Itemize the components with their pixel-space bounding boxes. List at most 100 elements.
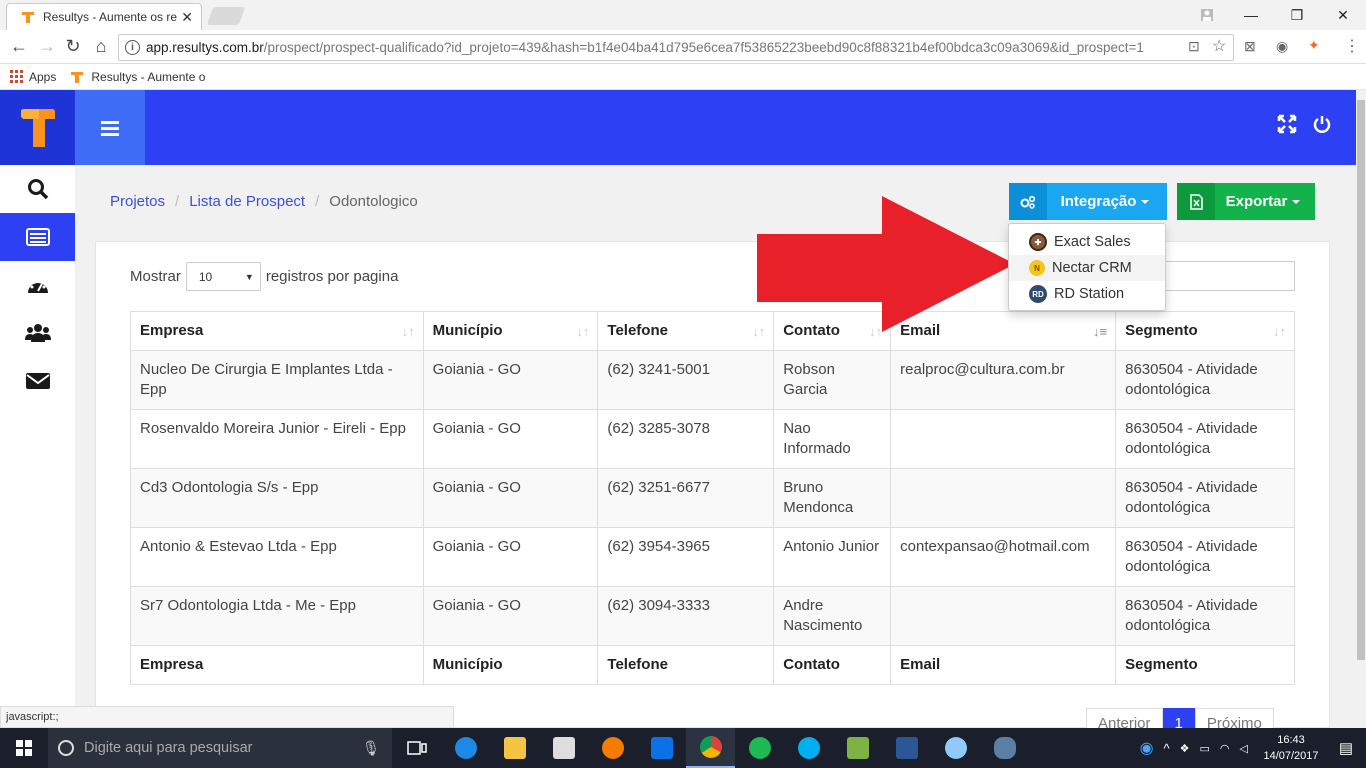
integration-dropdown: ✚ Exact Sales N Nectar CRM RD RD Station bbox=[1008, 223, 1166, 311]
back-icon[interactable]: ← bbox=[8, 36, 30, 57]
new-tab-button[interactable] bbox=[206, 7, 246, 25]
breadcrumb-separator: / bbox=[175, 193, 180, 210]
address-bar[interactable]: i app.resultys.com.br/prospect/prospect-… bbox=[118, 34, 1234, 61]
store-icon[interactable] bbox=[539, 728, 588, 768]
tab-close-icon[interactable]: ✕ bbox=[181, 9, 193, 26]
cell-municipio: Goiania - GO bbox=[422, 350, 599, 410]
table-row[interactable]: Rosenvaldo Moreira Junior - Eireli - Epp… bbox=[130, 409, 1295, 469]
volume-icon[interactable]: ◁ bbox=[1240, 742, 1248, 755]
tray-expand-icon[interactable]: ^ bbox=[1164, 741, 1170, 756]
export-button[interactable]: Exportar bbox=[1177, 183, 1315, 220]
taskbar-search[interactable]: Digite aqui para pesquisar 🎙 bbox=[48, 728, 392, 768]
cell-telefone: (62) 3954-3965 bbox=[597, 527, 775, 587]
extension-icon[interactable]: ◉ bbox=[1276, 38, 1288, 55]
edge-icon[interactable] bbox=[441, 728, 490, 768]
home-icon[interactable]: ⌂ bbox=[90, 36, 112, 57]
table-row[interactable]: Cd3 Odontologia S/s - Epp Goiania - GO (… bbox=[130, 468, 1295, 528]
breadcrumb: Projetos / Lista de Prospect / Odontolog… bbox=[110, 193, 418, 210]
chrome-menu-icon[interactable]: ⋮ bbox=[1344, 36, 1360, 56]
power-icon[interactable] bbox=[1312, 114, 1332, 140]
cortana-icon bbox=[58, 740, 74, 756]
sidebar-item-mail[interactable] bbox=[0, 357, 75, 405]
fullscreen-icon[interactable] bbox=[1277, 114, 1297, 140]
wifi-icon[interactable]: ◠ bbox=[1220, 742, 1230, 755]
extension-icon[interactable]: ⊠ bbox=[1244, 38, 1256, 55]
forward-icon[interactable]: → bbox=[36, 36, 58, 57]
cell-empresa: Sr7 Odontologia Ltda - Me - Epp bbox=[130, 586, 424, 646]
apps-grid-icon bbox=[10, 70, 23, 83]
tab-title: Resultys - Aumente os re bbox=[43, 10, 178, 24]
file-explorer-icon[interactable] bbox=[490, 728, 539, 768]
spotify-icon[interactable] bbox=[735, 728, 784, 768]
bookmark-star-icon[interactable]: ☆ bbox=[1212, 36, 1226, 56]
sort-icon: ↓↑ bbox=[1273, 324, 1286, 339]
chrome-icon[interactable] bbox=[686, 728, 735, 768]
translate-icon[interactable]: ⊡ bbox=[1188, 38, 1200, 55]
users-icon bbox=[24, 324, 51, 342]
extension-icon[interactable]: ✦ bbox=[1308, 37, 1320, 54]
hamburger-menu-icon[interactable] bbox=[75, 90, 145, 165]
dropdown-item-nectar-crm[interactable]: N Nectar CRM bbox=[1009, 255, 1165, 281]
cell-municipio: Goiania - GO bbox=[422, 409, 599, 469]
update-icon[interactable]: ◉ bbox=[1140, 738, 1154, 758]
sidebar-item-list[interactable] bbox=[0, 213, 75, 261]
bookmark-apps[interactable]: Apps bbox=[10, 70, 56, 84]
search-input[interactable] bbox=[1160, 261, 1295, 291]
windows-start-icon[interactable] bbox=[0, 728, 48, 768]
chart-app-icon[interactable] bbox=[833, 728, 882, 768]
site-info-icon[interactable]: i bbox=[125, 40, 140, 55]
browser-tabbar: Resultys - Aumente os re ✕ — ❐ ✕ bbox=[0, 0, 1366, 30]
dropdown-label: Exact Sales bbox=[1054, 234, 1131, 250]
cell-segmento: 8630504 - Atividade odontológica bbox=[1115, 468, 1295, 528]
browser-tab[interactable]: Resultys - Aumente os re ✕ bbox=[6, 3, 202, 30]
close-window-icon[interactable]: ✕ bbox=[1320, 0, 1366, 30]
clock[interactable]: 16:43 14/07/2017 bbox=[1256, 732, 1326, 764]
column-header-telefone[interactable]: Telefone ↓↑ bbox=[597, 311, 775, 351]
page-size-select[interactable]: 10 ▼ bbox=[185, 262, 261, 291]
firefox-icon[interactable] bbox=[588, 728, 637, 768]
paint-icon[interactable] bbox=[931, 728, 980, 768]
dropbox-tray-icon[interactable]: ❖ bbox=[1180, 742, 1190, 755]
page-size-control: Mostrar 10 ▼ registros por pagina bbox=[130, 262, 398, 291]
breadcrumb-current: Odontologico bbox=[329, 193, 418, 210]
minimize-icon[interactable]: — bbox=[1228, 0, 1274, 30]
table-row[interactable]: Nucleo De Cirurgia E Implantes Ltda - Ep… bbox=[130, 350, 1295, 410]
integration-button[interactable]: Integração bbox=[1009, 183, 1167, 220]
task-view-icon[interactable] bbox=[392, 728, 441, 768]
column-header-segmento[interactable]: Segmento ↓↑ bbox=[1115, 311, 1295, 351]
table-row[interactable]: Antonio & Estevao Ltda - Epp Goiania - G… bbox=[130, 527, 1295, 587]
profile-icon[interactable] bbox=[1184, 0, 1230, 30]
cell-segmento: 8630504 - Atividade odontológica bbox=[1115, 527, 1295, 587]
skype-icon[interactable] bbox=[784, 728, 833, 768]
bookmark-resultys[interactable]: Resultys - Aumente o bbox=[70, 70, 205, 84]
sidebar-item-dashboard[interactable] bbox=[0, 261, 75, 309]
breadcrumb-projetos[interactable]: Projetos bbox=[110, 193, 165, 210]
battery-icon[interactable]: ▭ bbox=[1200, 742, 1210, 755]
footer-email: Email bbox=[890, 645, 1117, 685]
browser-status-bar: javascript:; bbox=[0, 706, 454, 728]
page-scrollbar[interactable] bbox=[1356, 90, 1366, 728]
column-header-empresa[interactable]: Empresa ↓↑ bbox=[130, 311, 424, 351]
notifications-icon[interactable]: ▤ bbox=[1326, 739, 1366, 757]
browser-toolbar: ← → ↻ ⌂ i app.resultys.com.br/prospect/p… bbox=[0, 30, 1366, 64]
caret-down-icon bbox=[1292, 200, 1301, 205]
dropdown-item-rd-station[interactable]: RD RD Station bbox=[1009, 281, 1165, 307]
word-icon[interactable] bbox=[882, 728, 931, 768]
page-size-value: 10 bbox=[198, 269, 213, 284]
table-row[interactable]: Sr7 Odontologia Ltda - Me - Epp Goiania … bbox=[130, 586, 1295, 646]
restore-icon[interactable]: ❐ bbox=[1274, 0, 1320, 30]
column-header-municipio[interactable]: Município ↓↑ bbox=[422, 311, 599, 351]
reload-icon[interactable]: ↻ bbox=[62, 36, 84, 57]
cell-email bbox=[890, 409, 1117, 469]
sidebar-item-users[interactable] bbox=[0, 309, 75, 357]
app-logo[interactable] bbox=[0, 90, 75, 165]
database-icon[interactable] bbox=[980, 728, 1029, 768]
bookmarks-bar: Apps Resultys - Aumente o bbox=[0, 64, 1366, 90]
dropbox-icon[interactable] bbox=[637, 728, 686, 768]
bookmark-resultys-label: Resultys - Aumente o bbox=[91, 69, 206, 84]
microphone-icon[interactable]: 🎙 bbox=[362, 740, 380, 757]
cell-contato: Nao Informado bbox=[773, 409, 892, 469]
breadcrumb-lista-prospect[interactable]: Lista de Prospect bbox=[189, 193, 305, 210]
dropdown-item-exact-sales[interactable]: ✚ Exact Sales bbox=[1009, 229, 1165, 255]
sidebar-item-search[interactable] bbox=[0, 165, 75, 213]
